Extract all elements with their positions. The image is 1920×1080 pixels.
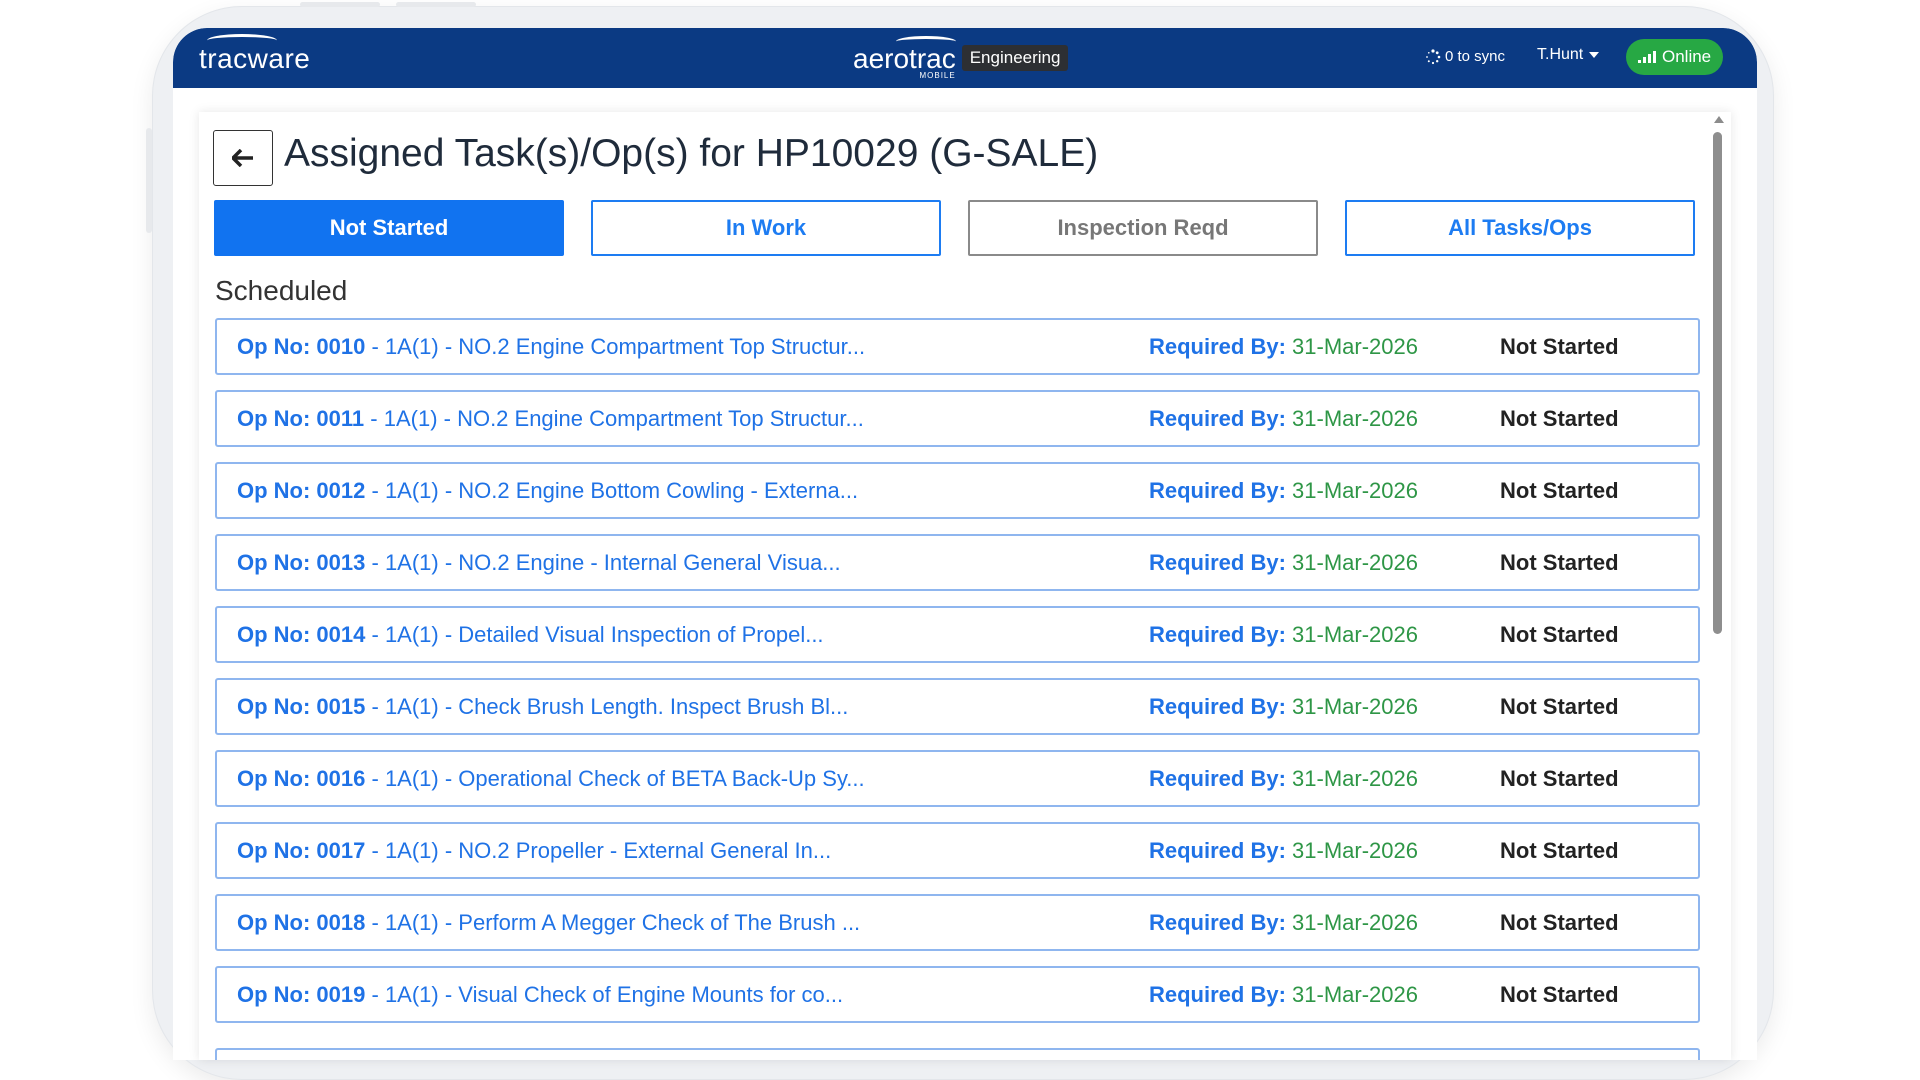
- required-by-label: Required By:: [1149, 405, 1286, 431]
- operation-title: Op No: 0016 - 1A(1) - Operational Check …: [237, 766, 865, 792]
- device-top-button: [300, 2, 380, 7]
- op-description: - 1A(1) - Perform A Megger Check of The …: [371, 909, 861, 935]
- required-by-date: 31-Mar-2026: [1292, 693, 1418, 719]
- op-description: - 1A(1) - NO.2 Propeller - External Gene…: [371, 837, 832, 863]
- op-number: Op No: 0016: [237, 765, 366, 791]
- required-by: Required By: 31-Mar-2026: [1149, 766, 1418, 792]
- required-by: Required By: 31-Mar-2026: [1149, 910, 1418, 936]
- required-by: Required By: 31-Mar-2026: [1149, 334, 1418, 360]
- tab-all-tasks-ops[interactable]: All Tasks/Ops: [1345, 200, 1695, 256]
- operation-title: Op No: 0018 - 1A(1) - Perform A Megger C…: [237, 910, 860, 936]
- device-top-button: [396, 2, 476, 7]
- op-description: - 1A(1) - NO.2 Engine - Internal General…: [371, 549, 841, 575]
- op-number: Op No: 0013: [237, 549, 366, 575]
- required-by: Required By: 31-Mar-2026: [1149, 694, 1418, 720]
- operation-row[interactable]: Op No: 0011 - 1A(1) - NO.2 Engine Compar…: [215, 390, 1700, 447]
- arrow-left-icon: [232, 149, 253, 167]
- op-description: - 1A(1) - NO.2 Engine Compartment Top St…: [370, 405, 864, 431]
- operation-row[interactable]: Op No: 0015 - 1A(1) - Check Brush Length…: [215, 678, 1700, 735]
- tab-inspection-reqd[interactable]: Inspection Reqd: [968, 200, 1318, 256]
- operation-title: Op No: 0015 - 1A(1) - Check Brush Length…: [237, 694, 848, 720]
- operation-row[interactable]: Op No: 0013 - 1A(1) - NO.2 Engine - Inte…: [215, 534, 1700, 591]
- operation-row[interactable]: Op No: 0018 - 1A(1) - Perform A Megger C…: [215, 894, 1700, 951]
- back-button[interactable]: [213, 130, 273, 186]
- required-by-date: 31-Mar-2026: [1292, 549, 1418, 575]
- op-status: Not Started: [1500, 981, 1619, 1007]
- op-description: - 1A(1) - Visual Check of Engine Mounts …: [371, 981, 844, 1007]
- list-item-partial[interactable]: [215, 1048, 1700, 1060]
- operation-row[interactable]: Op No: 0017 - 1A(1) - NO.2 Propeller - E…: [215, 822, 1700, 879]
- op-number: Op No: 0015: [237, 693, 366, 719]
- operation-title: Op No: 0011 - 1A(1) - NO.2 Engine Compar…: [237, 406, 864, 432]
- op-number: Op No: 0010: [237, 333, 366, 359]
- page-title: Assigned Task(s)/Op(s) for HP10029 (G-SA…: [284, 132, 1099, 175]
- operation-title: Op No: 0013 - 1A(1) - NO.2 Engine - Inte…: [237, 550, 841, 576]
- op-status: Not Started: [1500, 405, 1619, 431]
- op-number: Op No: 0012: [237, 477, 366, 503]
- content-area: Assigned Task(s)/Op(s) for HP10029 (G-SA…: [173, 28, 1757, 1060]
- vertical-scrollbar[interactable]: [1713, 132, 1722, 634]
- required-by-label: Required By:: [1149, 549, 1286, 575]
- op-number: Op No: 0014: [237, 621, 366, 647]
- operation-row[interactable]: Op No: 0012 - 1A(1) - NO.2 Engine Bottom…: [215, 462, 1700, 519]
- op-description: - 1A(1) - NO.2 Engine Bottom Cowling - E…: [371, 477, 859, 503]
- tab-not-started[interactable]: Not Started: [214, 200, 564, 256]
- op-number: Op No: 0017: [237, 837, 366, 863]
- required-by-date: 31-Mar-2026: [1292, 333, 1418, 359]
- op-number: Op No: 0019: [237, 981, 366, 1007]
- required-by-label: Required By:: [1149, 909, 1286, 935]
- op-status: Not Started: [1500, 333, 1619, 359]
- required-by: Required By: 31-Mar-2026: [1149, 838, 1418, 864]
- required-by-date: 31-Mar-2026: [1292, 909, 1418, 935]
- operation-title: Op No: 0014 - 1A(1) - Detailed Visual In…: [237, 622, 824, 648]
- required-by-date: 31-Mar-2026: [1292, 621, 1418, 647]
- op-description: - 1A(1) - NO.2 Engine Compartment Top St…: [371, 333, 866, 359]
- op-status: Not Started: [1500, 837, 1619, 863]
- op-status: Not Started: [1500, 693, 1619, 719]
- required-by: Required By: 31-Mar-2026: [1149, 550, 1418, 576]
- operation-title: Op No: 0012 - 1A(1) - NO.2 Engine Bottom…: [237, 478, 858, 504]
- required-by-label: Required By:: [1149, 693, 1286, 719]
- required-by-label: Required By:: [1149, 333, 1286, 359]
- required-by: Required By: 31-Mar-2026: [1149, 406, 1418, 432]
- required-by-label: Required By:: [1149, 621, 1286, 647]
- required-by-date: 31-Mar-2026: [1292, 477, 1418, 503]
- op-status: Not Started: [1500, 477, 1619, 503]
- op-description: - 1A(1) - Operational Check of BETA Back…: [371, 765, 865, 791]
- op-description: - 1A(1) - Detailed Visual Inspection of …: [371, 621, 824, 647]
- section-title: Scheduled: [215, 275, 348, 306]
- required-by-date: 31-Mar-2026: [1292, 981, 1418, 1007]
- operation-row[interactable]: Op No: 0019 - 1A(1) - Visual Check of En…: [215, 966, 1700, 1023]
- scroll-up-arrow-icon[interactable]: [1714, 116, 1724, 123]
- required-by: Required By: 31-Mar-2026: [1149, 622, 1418, 648]
- required-by-date: 31-Mar-2026: [1292, 837, 1418, 863]
- tab-in-work[interactable]: In Work: [591, 200, 941, 256]
- operation-title: Op No: 0019 - 1A(1) - Visual Check of En…: [237, 982, 843, 1008]
- required-by: Required By: 31-Mar-2026: [1149, 478, 1418, 504]
- required-by-label: Required By:: [1149, 765, 1286, 791]
- required-by-label: Required By:: [1149, 477, 1286, 503]
- op-number: Op No: 0018: [237, 909, 366, 935]
- required-by-date: 31-Mar-2026: [1292, 765, 1418, 791]
- operation-row[interactable]: Op No: 0010 - 1A(1) - NO.2 Engine Compar…: [215, 318, 1700, 375]
- op-status: Not Started: [1500, 549, 1619, 575]
- operation-title: Op No: 0010 - 1A(1) - NO.2 Engine Compar…: [237, 334, 865, 360]
- operation-row[interactable]: Op No: 0016 - 1A(1) - Operational Check …: [215, 750, 1700, 807]
- required-by: Required By: 31-Mar-2026: [1149, 982, 1418, 1008]
- op-status: Not Started: [1500, 621, 1619, 647]
- operation-row[interactable]: Op No: 0014 - 1A(1) - Detailed Visual In…: [215, 606, 1700, 663]
- required-by-date: 31-Mar-2026: [1292, 405, 1418, 431]
- device-side-button: [146, 128, 152, 233]
- op-number: Op No: 0011: [237, 405, 365, 431]
- op-description: - 1A(1) - Check Brush Length. Inspect Br…: [371, 693, 849, 719]
- required-by-label: Required By:: [1149, 837, 1286, 863]
- op-status: Not Started: [1500, 765, 1619, 791]
- operation-title: Op No: 0017 - 1A(1) - NO.2 Propeller - E…: [237, 838, 831, 864]
- op-status: Not Started: [1500, 909, 1619, 935]
- required-by-label: Required By:: [1149, 981, 1286, 1007]
